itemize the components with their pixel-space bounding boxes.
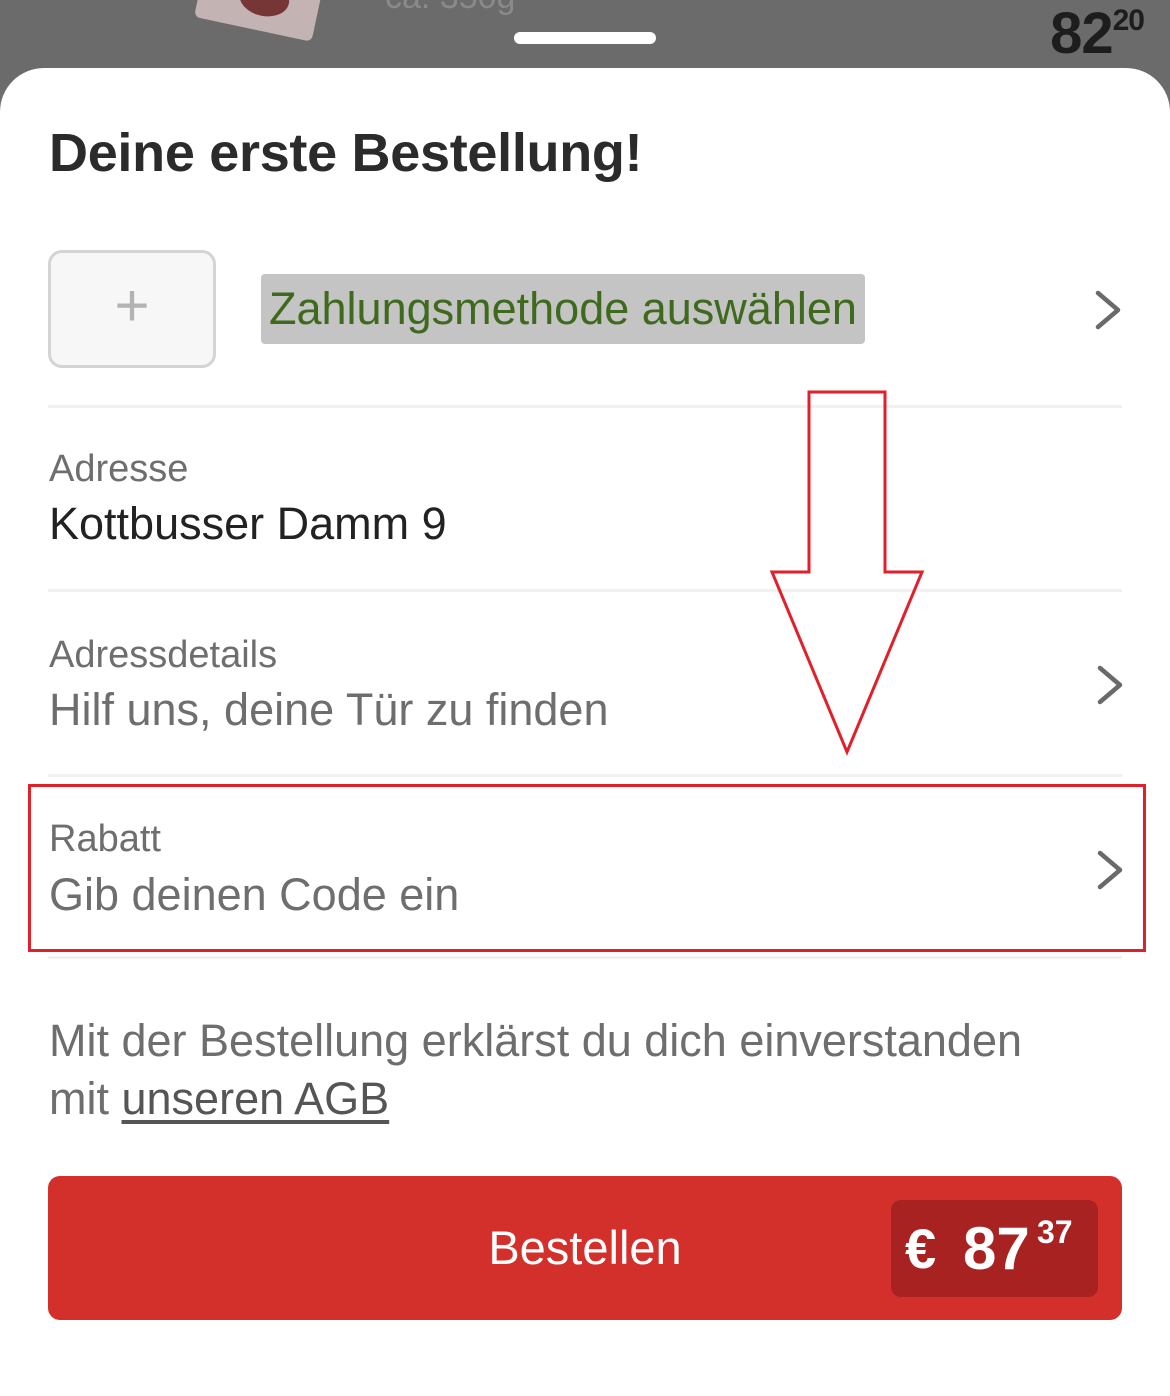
order-button[interactable]: Bestellen € 87 37 — [48, 1176, 1122, 1320]
product-price-int: 82 — [1050, 1, 1114, 66]
order-sheet: Deine erste Bestellung! + Zahlungsmethod… — [0, 68, 1170, 1396]
down-arrow-annotation-icon — [769, 390, 925, 756]
agb-link[interactable]: unseren AGB — [122, 1073, 390, 1124]
product-price: 8220 — [1050, 0, 1145, 67]
product-image — [194, 0, 326, 42]
divider — [48, 956, 1122, 959]
order-price-int: 87 — [963, 1215, 1030, 1282]
product-price-dec: 20 — [1112, 4, 1145, 37]
product-weight: ca. 350g — [385, 0, 515, 17]
terms-text: Mit der Bestellung erklärst du dich einv… — [49, 1012, 1049, 1128]
order-price-badge: € 87 37 — [891, 1200, 1098, 1297]
order-price-dec: 37 — [1037, 1214, 1073, 1250]
currency-symbol: € — [905, 1217, 937, 1280]
sheet-grabber[interactable] — [514, 32, 656, 44]
